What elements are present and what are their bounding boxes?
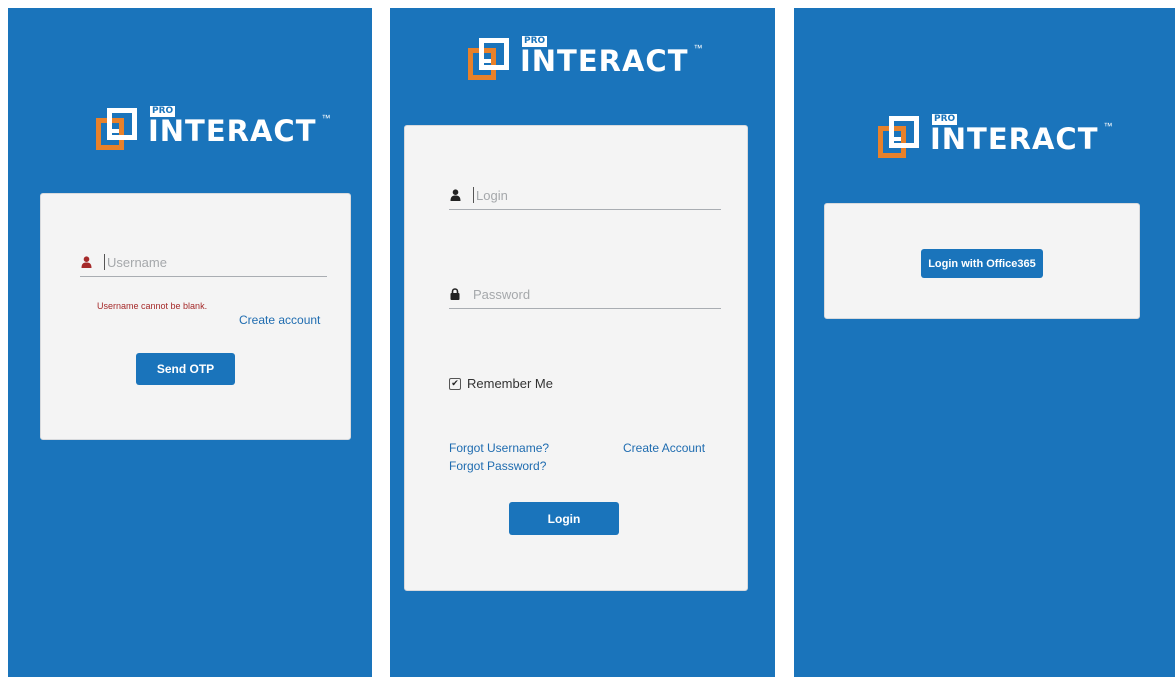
logo-mark-icon bbox=[468, 38, 510, 84]
logo-trademark: ™ bbox=[1103, 121, 1113, 131]
logo-trademark: ™ bbox=[693, 43, 703, 53]
login-input[interactable] bbox=[476, 185, 676, 205]
forgot-password-link[interactable]: Forgot Password? bbox=[449, 459, 546, 473]
logo-trademark: ™ bbox=[321, 113, 331, 123]
logo: PRO INTERACT ™ bbox=[878, 114, 1113, 162]
send-otp-button[interactable]: Send OTP bbox=[136, 353, 235, 385]
password-field[interactable] bbox=[449, 280, 721, 309]
logo: PRO INTERACT ™ bbox=[468, 36, 703, 84]
user-icon bbox=[80, 256, 92, 268]
logo-mark-icon bbox=[878, 116, 920, 162]
remember-me-checkbox[interactable]: ✔ bbox=[449, 377, 461, 390]
login-button[interactable]: Login bbox=[509, 502, 619, 535]
user-icon bbox=[449, 189, 461, 201]
standard-login-panel: PRO INTERACT ™ ✔ Remember Me Forgot User… bbox=[390, 8, 775, 677]
create-account-link[interactable]: Create Account bbox=[623, 441, 705, 455]
username-field[interactable] bbox=[80, 248, 327, 277]
username-input[interactable] bbox=[107, 252, 307, 272]
logo-pro-label: PRO bbox=[522, 36, 548, 47]
logo-wordmark: INTERACT bbox=[930, 122, 1099, 156]
otp-login-panel: PRO INTERACT ™ Username cannot be blank.… bbox=[8, 8, 372, 677]
username-error: Username cannot be blank. bbox=[97, 301, 208, 311]
forgot-username-link[interactable]: Forgot Username? bbox=[449, 441, 549, 455]
logo-wordmark: INTERACT bbox=[520, 44, 689, 78]
office365-card: Login with Office365 bbox=[824, 203, 1140, 319]
logo-pro-label: PRO bbox=[150, 106, 176, 117]
office365-login-panel: PRO INTERACT ™ Login with Office365 bbox=[794, 8, 1175, 677]
office365-login-button[interactable]: Login with Office365 bbox=[921, 249, 1043, 278]
remember-me-row[interactable]: ✔ Remember Me bbox=[449, 376, 553, 391]
otp-card: Username cannot be blank. Create account… bbox=[40, 193, 351, 440]
logo-wordmark: INTERACT bbox=[148, 114, 317, 148]
create-account-link[interactable]: Create account bbox=[239, 313, 320, 327]
remember-me-label: Remember Me bbox=[467, 376, 553, 391]
login-field[interactable] bbox=[449, 181, 721, 210]
logo-pro-label: PRO bbox=[932, 114, 958, 125]
login-card: ✔ Remember Me Forgot Username? Forgot Pa… bbox=[404, 125, 748, 591]
logo-mark-icon bbox=[96, 108, 138, 154]
logo: PRO INTERACT ™ bbox=[96, 106, 331, 154]
lock-icon bbox=[449, 288, 461, 300]
password-input[interactable] bbox=[473, 284, 673, 304]
